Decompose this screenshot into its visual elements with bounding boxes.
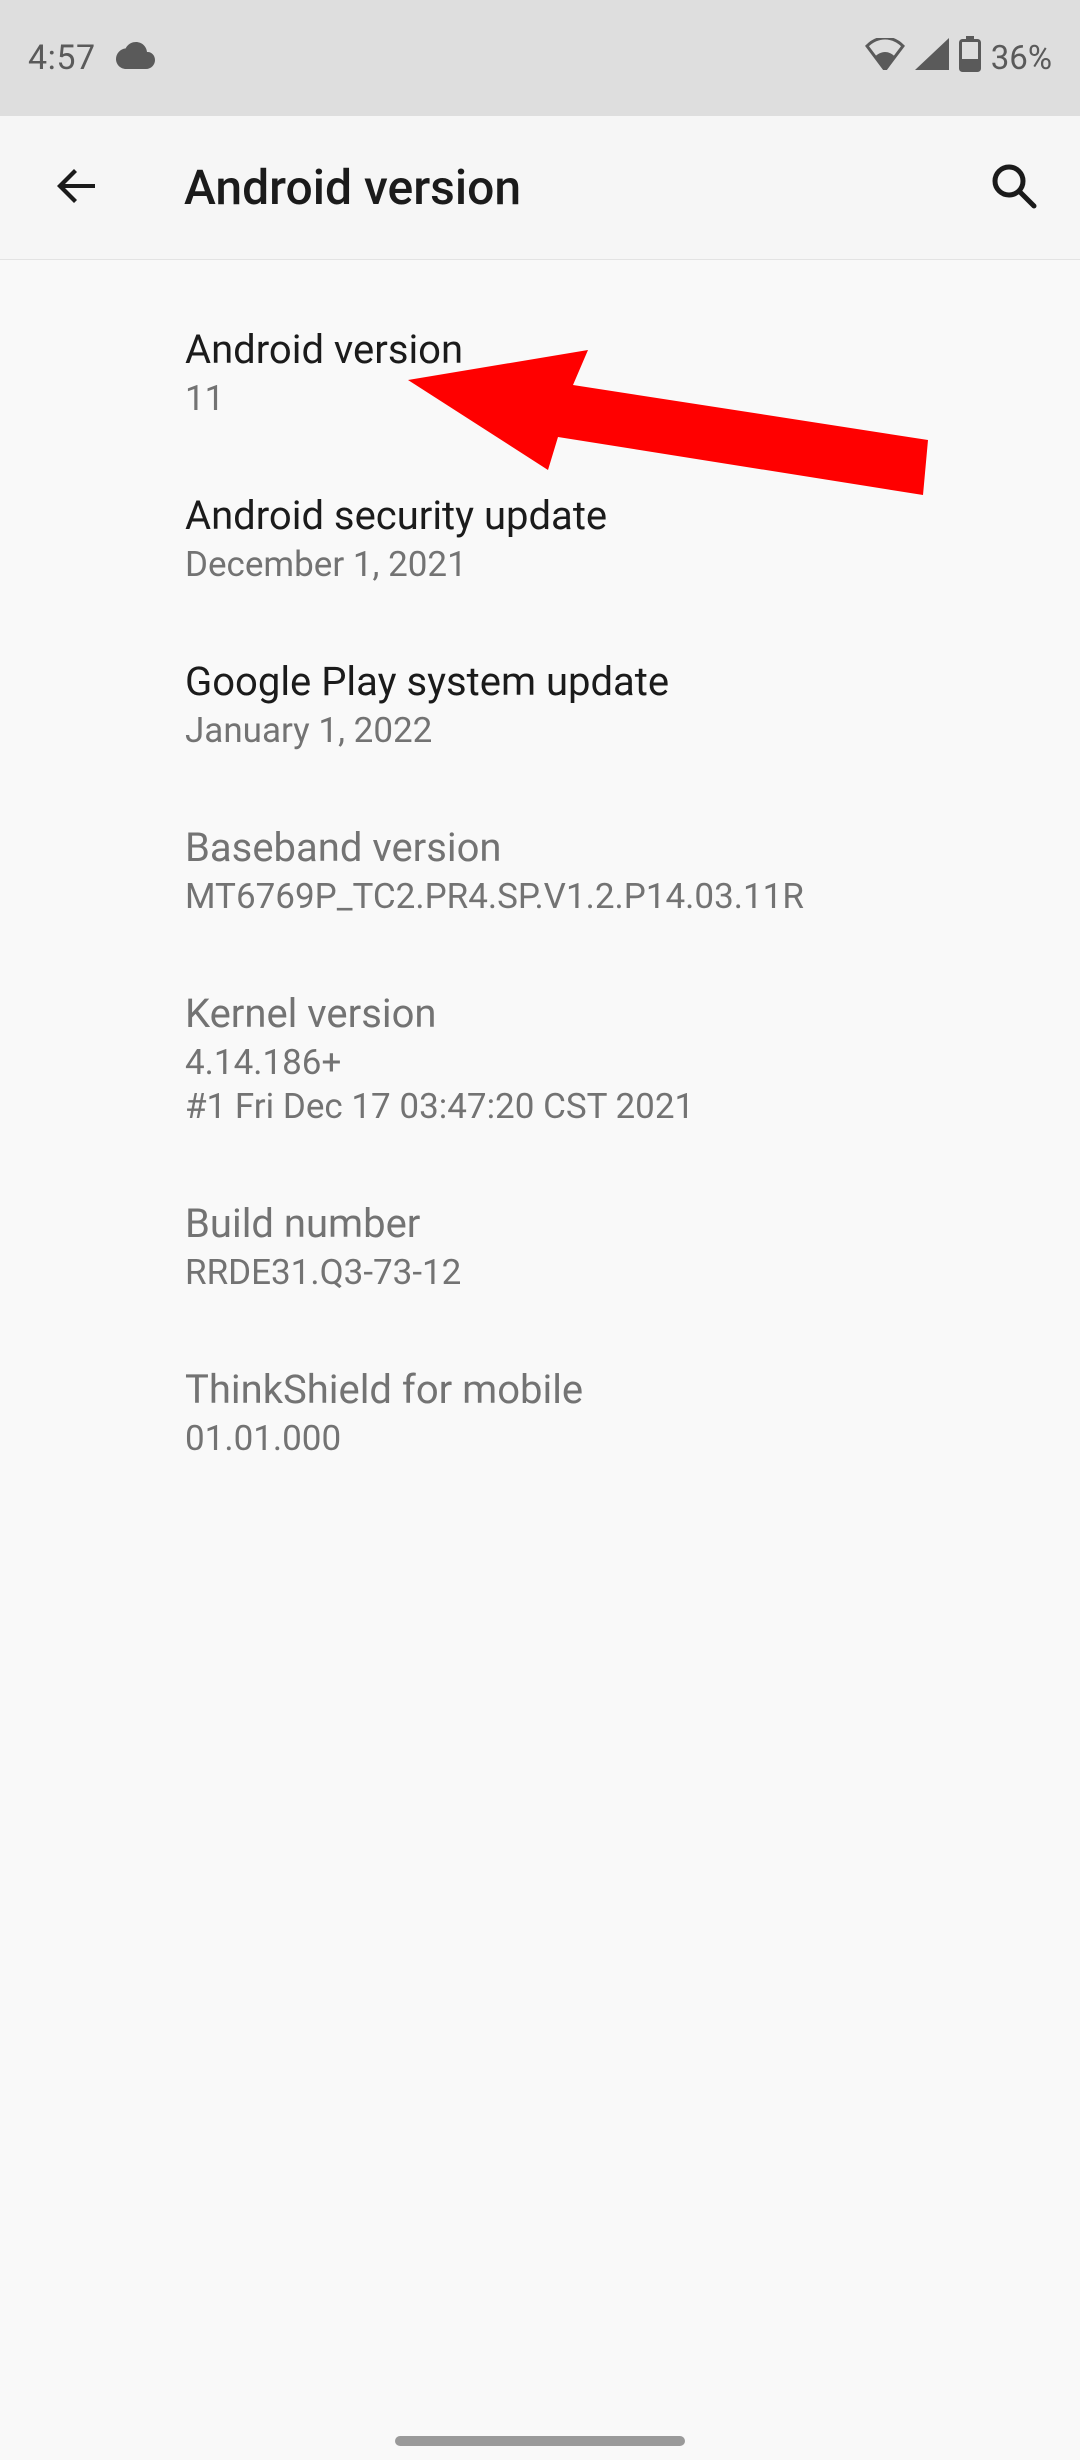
- item-subtitle: December 1, 2021: [185, 543, 1040, 587]
- security-update-item[interactable]: Android security update December 1, 2021: [0, 456, 1080, 622]
- baseband-version-item[interactable]: Baseband version MT6769P_TC2.PR4.SP.V1.2…: [0, 788, 1080, 954]
- item-subtitle: 11: [185, 377, 1040, 421]
- status-right-group: 36%: [865, 36, 1052, 81]
- kernel-version-item[interactable]: Kernel version 4.14.186+ #1 Fri Dec 17 0…: [0, 954, 1080, 1164]
- battery-percentage: 36%: [991, 39, 1052, 78]
- item-subtitle: January 1, 2022: [185, 709, 1040, 753]
- thinkshield-item[interactable]: ThinkShield for mobile 01.01.000: [0, 1330, 1080, 1496]
- item-title: Google Play system update: [185, 657, 1040, 707]
- status-left-group: 4:57: [28, 38, 156, 78]
- app-bar: Android version: [0, 116, 1080, 260]
- android-version-item[interactable]: Android version 11: [0, 290, 1080, 456]
- item-title: Baseband version: [185, 823, 1040, 873]
- item-subtitle: 4.14.186+ #1 Fri Dec 17 03:47:20 CST 202…: [185, 1041, 1040, 1129]
- gesture-nav-bar[interactable]: [395, 2436, 685, 2446]
- settings-list: Android version 11 Android security upda…: [0, 260, 1080, 1496]
- wifi-icon: [865, 38, 905, 79]
- cloud-icon: [116, 38, 156, 78]
- item-title: Build number: [185, 1199, 1040, 1249]
- search-button[interactable]: [978, 152, 1050, 224]
- item-title: Android security update: [185, 491, 1040, 541]
- item-subtitle: RRDE31.Q3-73-12: [185, 1251, 1040, 1295]
- item-title: Kernel version: [185, 989, 1040, 1039]
- item-subtitle: 01.01.000: [185, 1417, 1040, 1461]
- status-bar: 4:57 36%: [0, 0, 1080, 116]
- item-subtitle: MT6769P_TC2.PR4.SP.V1.2.P14.03.11R: [185, 875, 1040, 919]
- battery-icon: [959, 36, 981, 81]
- build-number-item[interactable]: Build number RRDE31.Q3-73-12: [0, 1164, 1080, 1330]
- search-icon: [989, 161, 1039, 215]
- cellular-signal-icon: [915, 38, 949, 79]
- google-play-update-item[interactable]: Google Play system update January 1, 202…: [0, 622, 1080, 788]
- item-title: ThinkShield for mobile: [185, 1365, 1040, 1415]
- arrow-back-icon: [53, 163, 99, 213]
- status-time: 4:57: [28, 38, 96, 78]
- item-title: Android version: [185, 325, 1040, 375]
- back-button[interactable]: [40, 152, 112, 224]
- page-title: Android version: [184, 159, 978, 216]
